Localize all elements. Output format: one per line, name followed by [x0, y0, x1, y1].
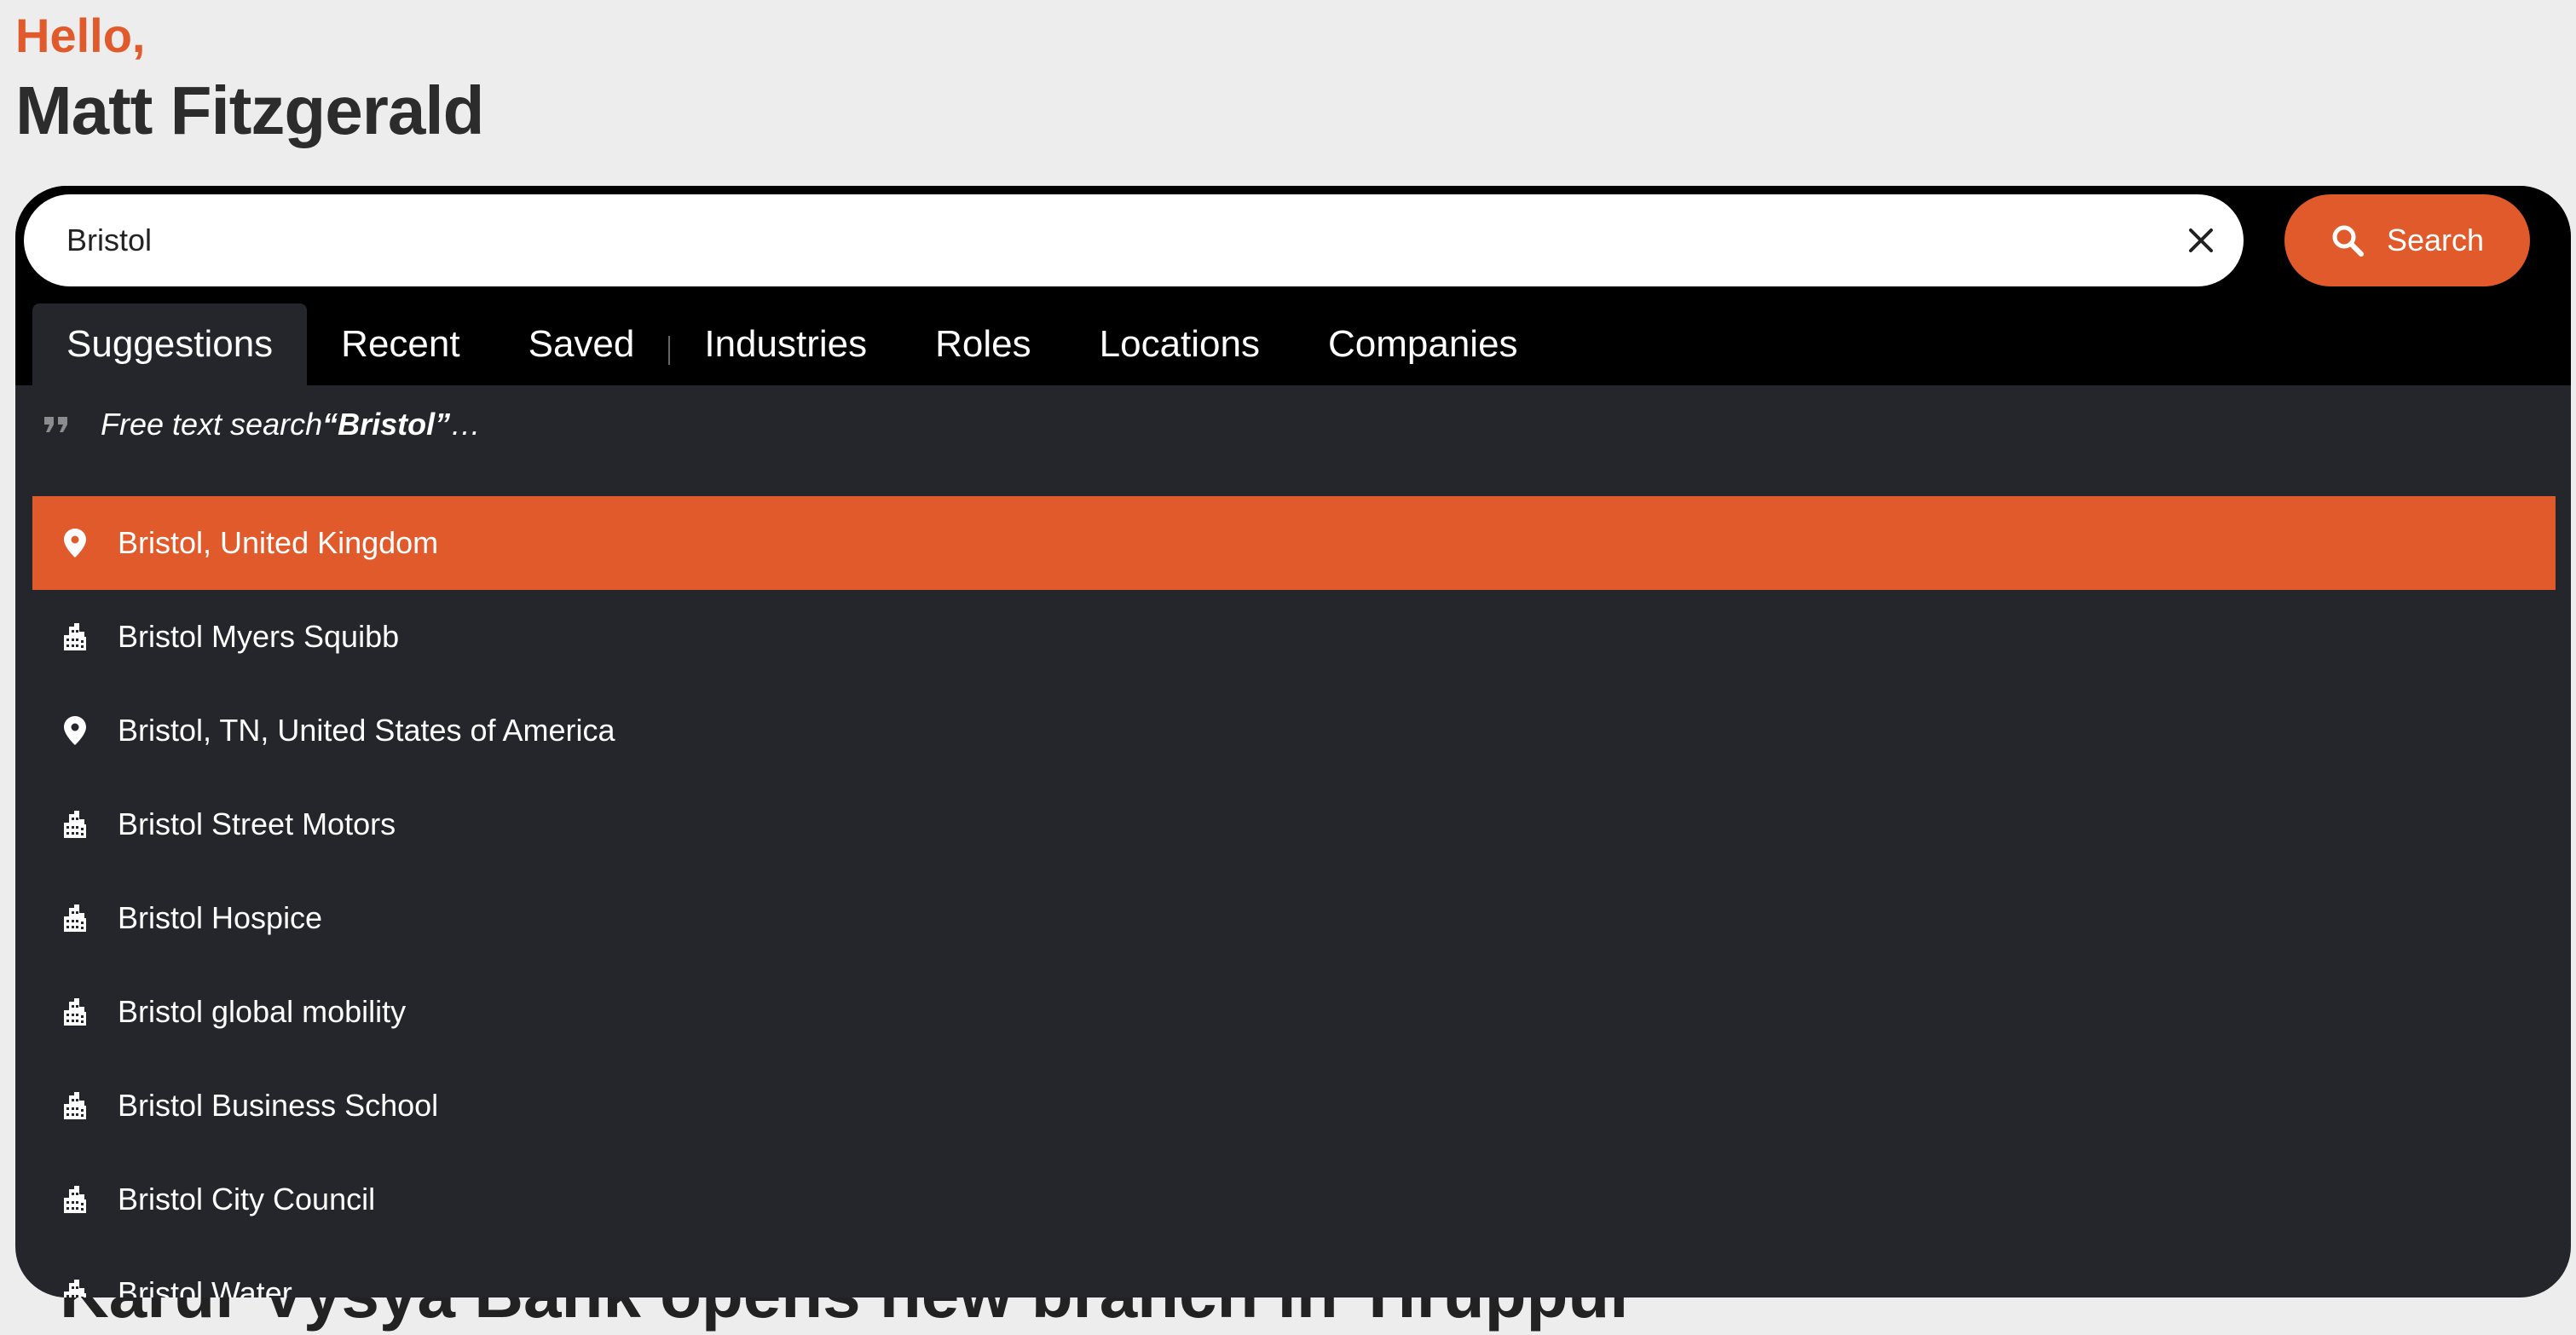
search-button-label: Search: [2386, 222, 2485, 257]
free-text-query: “Bristol”: [322, 407, 451, 442]
suggestion-label: Bristol Hospice: [118, 900, 323, 935]
suggestion-label: Bristol City Council: [118, 1182, 376, 1217]
suggestion-list: Bristol, United Kingdom Bristol Myers Sq…: [32, 496, 2556, 1297]
close-icon: [2189, 228, 2213, 252]
suggestion-item[interactable]: Bristol, United Kingdom: [32, 496, 2556, 590]
suggestion-label: Bristol Myers Squibb: [118, 619, 400, 654]
free-text-search-option[interactable]: Free text search “Bristol” …: [43, 397, 481, 452]
suggestion-label: Bristol, United Kingdom: [118, 525, 439, 560]
suggestion-item[interactable]: Bristol global mobility: [32, 965, 2556, 1059]
location-pin-icon: [58, 716, 92, 745]
suggestion-label: Bristol Street Motors: [118, 806, 396, 841]
tab-locations[interactable]: Locations: [1066, 303, 1294, 385]
suggestion-label: Bristol Water: [118, 1275, 292, 1297]
greeting-hello: Hello,: [15, 9, 146, 62]
tab-companies[interactable]: Companies: [1294, 303, 1552, 385]
suggestion-label: Bristol Business School: [118, 1088, 439, 1123]
building-icon: [58, 811, 92, 838]
suggestion-item[interactable]: Bristol Street Motors: [32, 777, 2556, 871]
search-icon: [2332, 225, 2364, 257]
building-icon: [58, 904, 92, 932]
tab-roles[interactable]: Roles: [901, 303, 1066, 385]
suggestion-item[interactable]: Bristol City Council: [32, 1153, 2556, 1246]
free-text-prefix: Free text search: [101, 407, 323, 442]
suggestion-label: Bristol, TN, United States of America: [118, 713, 615, 748]
suggestion-item[interactable]: Bristol Myers Squibb: [32, 590, 2556, 684]
clear-search-button[interactable]: [2177, 217, 2225, 264]
search-topbar: Search Suggestions Recent Saved Industri…: [15, 186, 2571, 385]
tab-saved[interactable]: Saved: [494, 303, 669, 385]
suggestion-item[interactable]: Bristol Business School: [32, 1059, 2556, 1153]
building-icon: [58, 1092, 92, 1119]
free-text-suffix: …: [450, 407, 482, 442]
search-input[interactable]: [65, 222, 2158, 259]
suggestion-item[interactable]: Bristol, TN, United States of America: [32, 684, 2556, 777]
filter-tabs: Suggestions Recent Saved Industries Role…: [32, 303, 1552, 385]
search-field[interactable]: [24, 194, 2244, 286]
suggestion-item[interactable]: Bristol Hospice: [32, 871, 2556, 965]
building-icon: [58, 998, 92, 1026]
building-icon: [58, 623, 92, 650]
tab-suggestions[interactable]: Suggestions: [32, 303, 308, 385]
suggestion-label: Bristol global mobility: [118, 994, 407, 1029]
search-panel: Search Suggestions Recent Saved Industri…: [15, 186, 2571, 1297]
suggestion-item[interactable]: Bristol Water: [32, 1246, 2556, 1297]
location-pin-icon: [58, 529, 92, 558]
user-name: Matt Fitzgerald: [15, 72, 484, 148]
building-icon: [58, 1186, 92, 1213]
tab-recent[interactable]: Recent: [307, 303, 494, 385]
tab-industries[interactable]: Industries: [670, 303, 901, 385]
quote-icon: [43, 415, 73, 434]
search-button[interactable]: Search: [2284, 194, 2530, 286]
building-icon: [58, 1280, 92, 1297]
